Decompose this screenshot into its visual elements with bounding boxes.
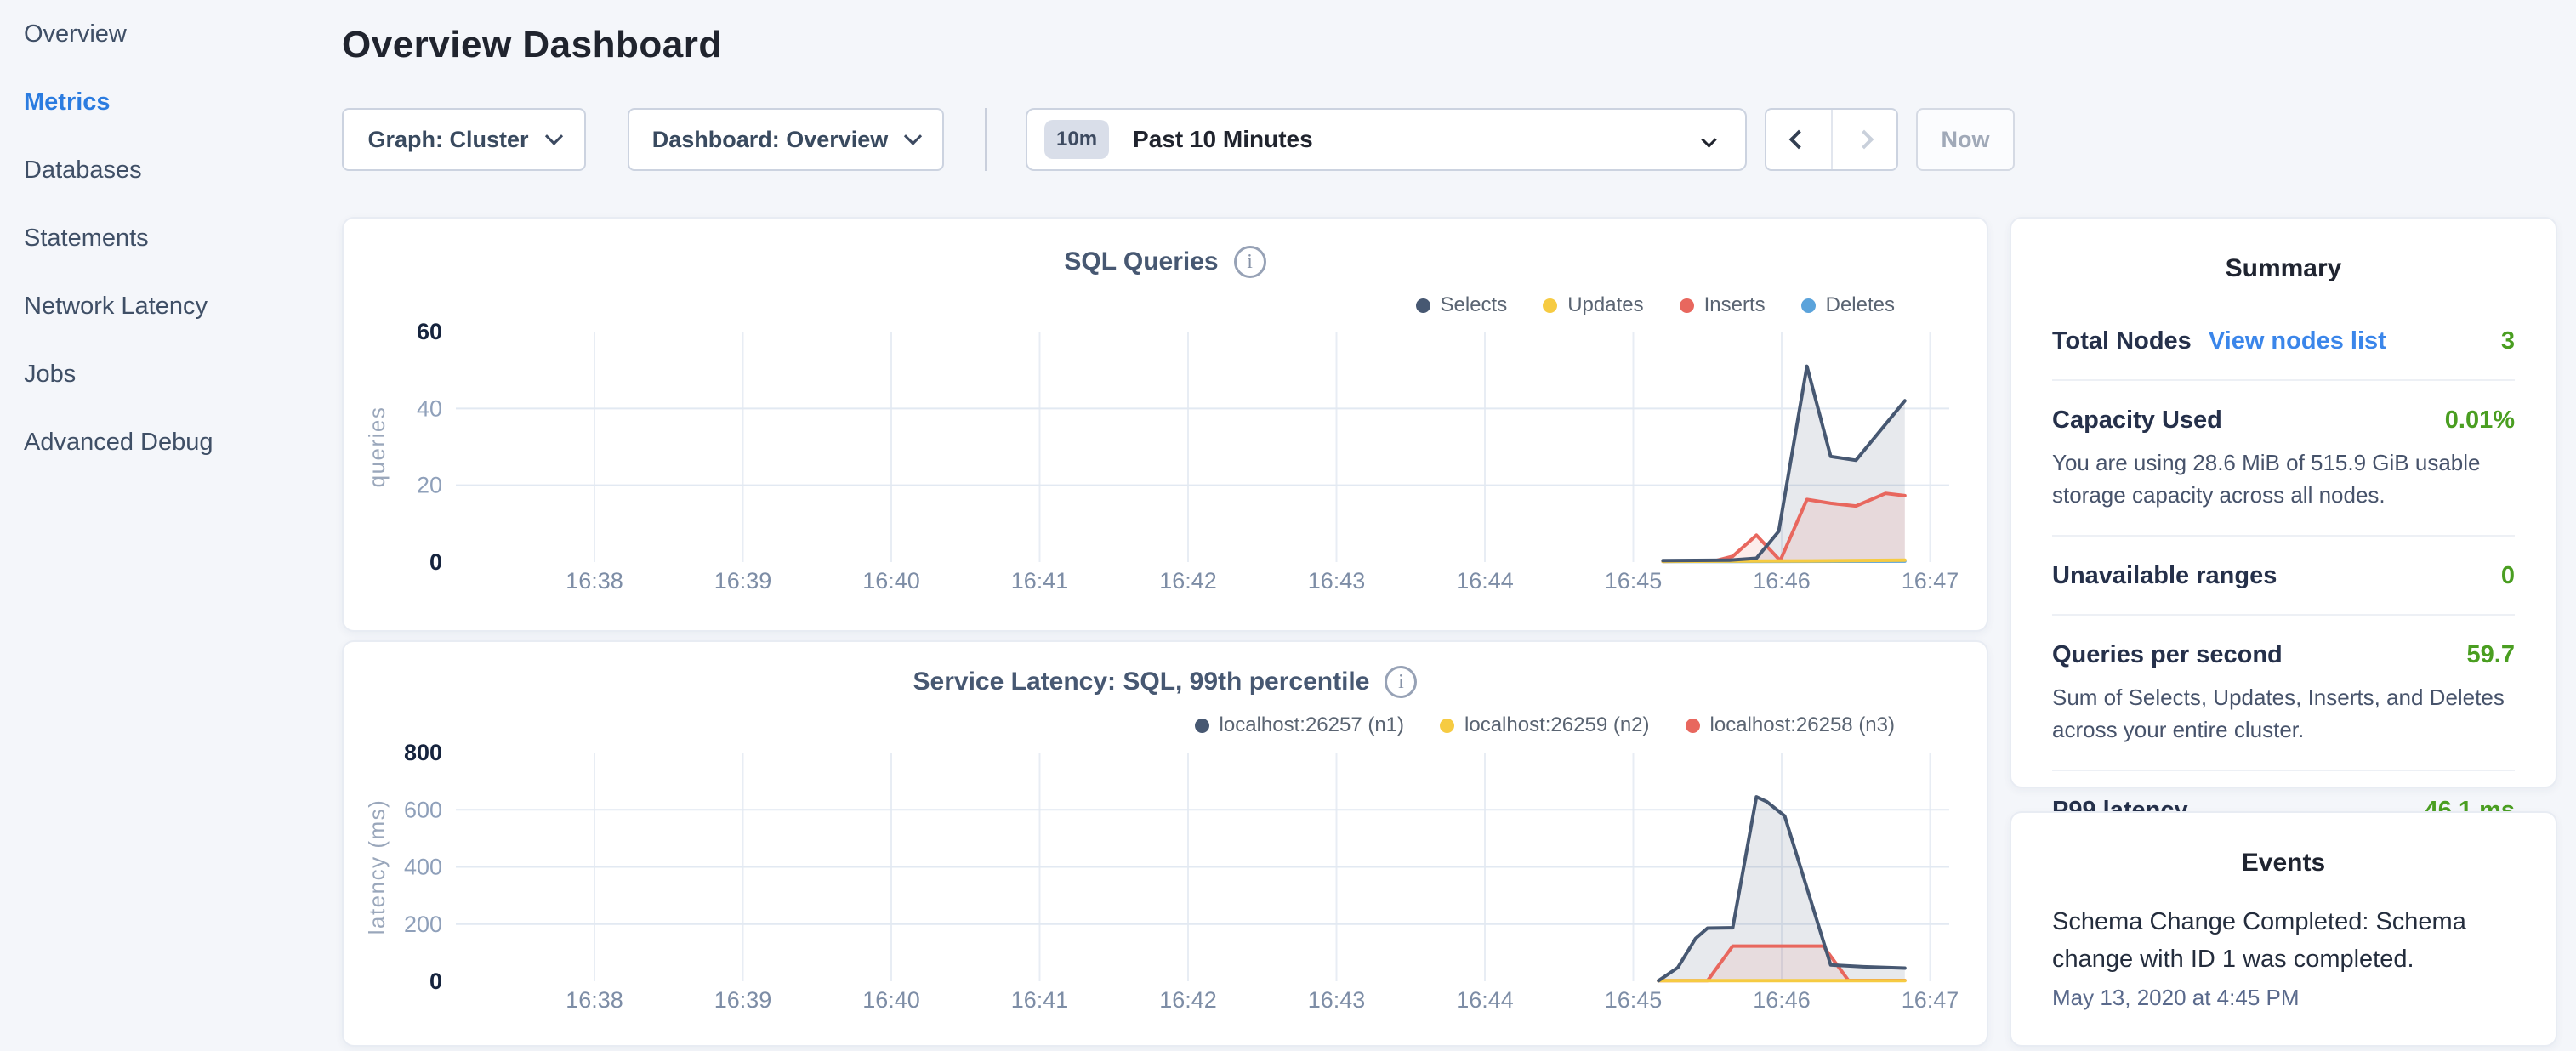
svg-text:16:42: 16:42 (1159, 568, 1217, 594)
db-console-page: { "sidebar": { "items": [ { "label": "Ov… (0, 0, 2576, 1051)
svg-text:16:46: 16:46 (1753, 987, 1811, 1013)
summary-title: Summary (2052, 254, 2515, 283)
time-step-back-button[interactable] (1766, 110, 1831, 169)
svg-text:200: 200 (404, 912, 442, 937)
time-window-select[interactable]: 10m Past 10 Minutes (1026, 108, 1747, 171)
event-message[interactable]: Schema Change Completed: Schema change w… (2052, 903, 2515, 978)
now-button[interactable]: Now (1916, 108, 2015, 171)
dashboard-dropdown[interactable]: Dashboard: Overview (628, 108, 944, 171)
chevron-right-icon (1855, 130, 1874, 150)
svg-text:16:45: 16:45 (1605, 987, 1663, 1013)
summary-row-queries-per-second: Queries per second 59.7 (2052, 616, 2515, 669)
svg-text:16:46: 16:46 (1753, 568, 1811, 594)
view-nodes-list-link[interactable]: View nodes list (2209, 327, 2386, 355)
capacity-used-value: 0.01% (2445, 406, 2515, 435)
svg-text:16:42: 16:42 (1159, 987, 1217, 1013)
svg-text:16:44: 16:44 (1456, 568, 1514, 594)
svg-text:16:43: 16:43 (1308, 568, 1366, 594)
time-step-buttons (1765, 108, 1898, 171)
svg-text:latency (ms): latency (ms) (364, 799, 390, 935)
sidebar-item-jobs[interactable]: Jobs (24, 355, 76, 393)
capacity-used-subtext: You are using 28.6 MiB of 515.9 GiB usab… (2052, 446, 2515, 511)
summary-panel: Summary Total Nodes View nodes list 3 Ca… (2010, 217, 2557, 788)
svg-text:16:40: 16:40 (862, 987, 920, 1013)
sidebar-item-statements[interactable]: Statements (24, 219, 149, 257)
svg-text:60: 60 (417, 319, 442, 344)
sidebar-item-metrics[interactable]: Metrics (24, 83, 111, 121)
chevron-down-icon (904, 127, 922, 145)
svg-text:16:43: 16:43 (1308, 987, 1366, 1013)
sidebar-nav: Overview Metrics Databases Statements Ne… (0, 0, 315, 1051)
controls-divider (985, 108, 987, 171)
chevron-left-icon (1788, 130, 1808, 150)
sidebar-item-overview[interactable]: Overview (24, 15, 127, 53)
sidebar-item-advanced-debug[interactable]: Advanced Debug (24, 423, 213, 461)
svg-text:16:44: 16:44 (1456, 987, 1514, 1013)
graph-dropdown[interactable]: Graph: Cluster (342, 108, 586, 171)
summary-row-capacity-used: Capacity Used 0.01% (2052, 381, 2515, 435)
chevron-down-icon (544, 127, 562, 145)
svg-text:16:39: 16:39 (714, 568, 772, 594)
time-window-badge: 10m (1044, 120, 1109, 159)
svg-text:16:39: 16:39 (714, 987, 772, 1013)
svg-text:20: 20 (417, 473, 442, 498)
svg-text:600: 600 (404, 797, 442, 822)
svg-text:16:41: 16:41 (1011, 987, 1069, 1013)
svg-text:40: 40 (417, 395, 442, 421)
chevron-down-icon (1701, 132, 1716, 147)
total-nodes-value: 3 (2501, 327, 2515, 355)
queries-per-second-value: 59.7 (2467, 641, 2515, 669)
svg-text:16:40: 16:40 (862, 568, 920, 594)
page-title: Overview Dashboard (342, 24, 722, 66)
svg-text:0: 0 (429, 969, 442, 994)
service-latency-chart-card: Service Latency: SQL, 99th percentile i … (342, 640, 1988, 1047)
svg-text:16:38: 16:38 (566, 568, 623, 594)
svg-text:16:47: 16:47 (1902, 568, 1959, 594)
event-timestamp: May 13, 2020 at 4:45 PM (2052, 985, 2515, 1011)
svg-text:16:45: 16:45 (1605, 568, 1663, 594)
svg-text:800: 800 (404, 740, 442, 765)
time-window-label: Past 10 Minutes (1133, 126, 1703, 153)
dashboard-dropdown-label: Dashboard: Overview (652, 127, 889, 153)
summary-row-unavailable-ranges: Unavailable ranges 0 (2052, 537, 2515, 590)
svg-text:400: 400 (404, 855, 442, 880)
sidebar-item-databases[interactable]: Databases (24, 151, 142, 189)
events-panel: Events Schema Change Completed: Schema c… (2010, 811, 2557, 1047)
unavailable-ranges-value: 0 (2501, 562, 2515, 590)
sql-queries-plot[interactable]: 60 40 20 0 16:38 16:39 16:40 16:41 16:42 16:43 16:… (344, 219, 1990, 633)
service-latency-plot[interactable]: 800 600 400 200 0 16:38 16:39 16:40 16:41 16:42 16… (344, 642, 1990, 1048)
time-step-forward-button[interactable] (1831, 110, 1897, 169)
queries-per-second-subtext: Sum of Selects, Updates, Inserts, and De… (2052, 681, 2515, 746)
svg-text:16:47: 16:47 (1902, 987, 1959, 1013)
sql-queries-chart-card: SQL Queries i Selects Updates Inserts De… (342, 217, 1988, 632)
graph-dropdown-label: Graph: Cluster (367, 127, 528, 153)
svg-text:queries: queries (364, 406, 390, 488)
sidebar-item-network-latency[interactable]: Network Latency (24, 287, 208, 325)
svg-text:16:38: 16:38 (566, 987, 623, 1013)
events-title: Events (2052, 849, 2515, 878)
svg-text:0: 0 (429, 549, 442, 575)
svg-text:16:41: 16:41 (1011, 568, 1069, 594)
summary-row-total-nodes: Total Nodes View nodes list 3 (2052, 302, 2515, 355)
